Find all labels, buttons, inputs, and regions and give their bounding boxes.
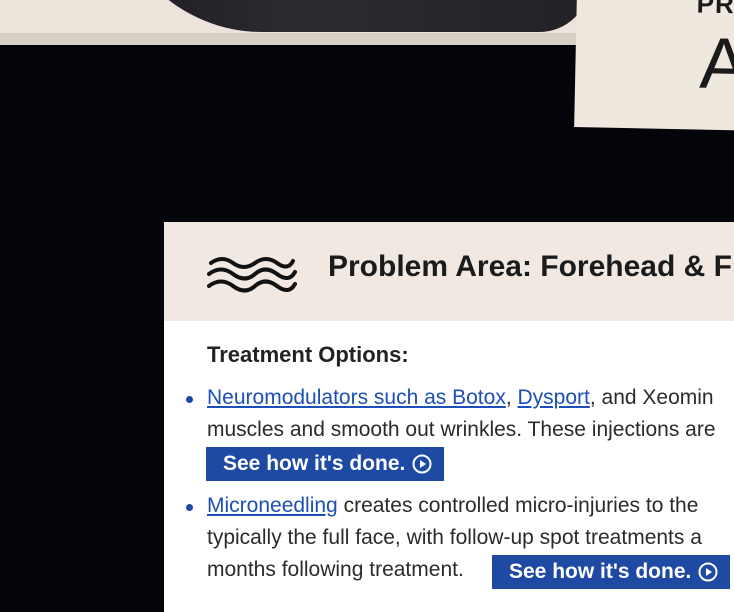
microneedling-link[interactable]: Microneedling — [207, 494, 338, 517]
treatment-item-1-line-1: Neuromodulators such as Botox, Dysport, … — [207, 386, 714, 410]
hero-card: PR A — [574, 0, 734, 132]
treatment-item-1-text: , and Xeomin — [589, 386, 714, 409]
card-header: Problem Area: Forehead & F — [164, 222, 734, 321]
treatment-options-heading: Treatment Options: — [207, 342, 409, 367]
card-title: Problem Area: Forehead & F — [328, 250, 732, 283]
dysport-link[interactable]: Dysport — [518, 386, 590, 409]
hero-title: A — [698, 23, 734, 105]
list-bullet — [186, 396, 196, 406]
treatment-item-2-line-3: months following treatment. — [207, 558, 464, 581]
treatment-item-2-line-1: Microneedling creates controlled micro-i… — [207, 494, 698, 518]
treatment-item-2-text: creates controlled micro-injuries to the — [337, 494, 699, 517]
treatment-item-2-line-2: typically the full face, with follow-up … — [207, 526, 702, 549]
play-circle-icon — [698, 562, 718, 582]
see-how-its-done-button[interactable]: See how it's done. — [206, 447, 445, 481]
button-label: See how it's done. — [223, 452, 406, 475]
hero-eyebrow: PR — [696, 0, 734, 20]
list-bullet — [186, 504, 196, 514]
photo-subject — [110, 0, 590, 32]
button-label: See how it's done. — [509, 560, 692, 583]
problem-area-card: Problem Area: Forehead & F Treatment Opt… — [164, 222, 734, 612]
neuromodulators-link[interactable]: Neuromodulators such as Botox — [207, 386, 506, 409]
wave-lines-icon — [207, 257, 297, 293]
see-how-its-done-button[interactable]: See how it's done. — [492, 555, 731, 589]
treatment-item-1-line-2: muscles and smooth out wrinkles. These i… — [207, 418, 716, 441]
separator-text: , — [505, 386, 518, 409]
play-circle-icon — [412, 454, 432, 474]
